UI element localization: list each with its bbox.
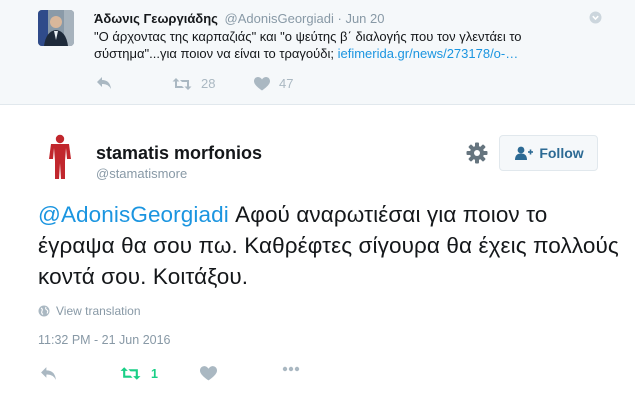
like-button[interactable]: [200, 366, 217, 381]
parent-link[interactable]: iefimerida.gr/news/273178/ο-…: [338, 46, 519, 61]
follow-user-icon: [515, 146, 534, 160]
parent-like-count: 47: [279, 76, 294, 91]
action-bar: 1: [0, 365, 635, 389]
reply-button[interactable]: [40, 366, 57, 381]
parent-tweet-text: "Ο άρχοντας της καρπαζιάς" και "ο ψεύτης…: [94, 28, 594, 62]
more-icon: [282, 366, 300, 372]
parent-retweet-count: 28: [201, 76, 216, 91]
follow-label: Follow: [539, 145, 584, 161]
parent-action-bar: 28 47: [0, 74, 635, 96]
parent-tweet[interactable]: Άδωνις Γεωργιάδης @AdonisGeorgiadi · Jun…: [0, 0, 635, 105]
author-handle[interactable]: @stamatismore: [96, 166, 187, 181]
view-translation-link[interactable]: View translation: [38, 304, 141, 318]
parent-avatar[interactable]: [38, 10, 74, 46]
avatar[interactable]: [38, 134, 82, 180]
heart-icon: [254, 76, 270, 90]
more-button[interactable]: [282, 366, 300, 372]
parent-separator: ·: [337, 11, 342, 26]
globe-icon: [38, 305, 50, 317]
retweet-count: 1: [151, 366, 158, 381]
parent-author-handle[interactable]: @AdonisGeorgiadi: [225, 11, 334, 26]
retweet-icon: [172, 77, 192, 90]
parent-header: Άδωνις Γεωργιάδης @AdonisGeorgiadi · Jun…: [94, 11, 385, 26]
parent-like-button[interactable]: 47: [254, 76, 293, 91]
parent-date[interactable]: Jun 20: [345, 11, 384, 26]
parent-reply-button[interactable]: [96, 76, 112, 90]
parent-author-name[interactable]: Άδωνις Γεωργιάδης: [94, 11, 218, 26]
author-name[interactable]: stamatis morfonios: [96, 143, 262, 164]
gear-icon[interactable]: [465, 141, 489, 165]
parent-retweet-button[interactable]: 28: [172, 76, 215, 91]
reply-icon: [97, 77, 111, 89]
reply-icon: [41, 367, 56, 380]
retweet-button[interactable]: 1: [120, 366, 158, 381]
retweet-icon: [120, 367, 141, 380]
mention-link[interactable]: @AdonisGeorgiadi: [38, 202, 229, 227]
timestamp[interactable]: 11:32 PM - 21 Jun 2016: [38, 333, 171, 347]
heart-icon: [200, 366, 217, 381]
follow-button[interactable]: Follow: [499, 135, 598, 171]
chevron-down-icon[interactable]: [589, 11, 602, 29]
view-translation-label: View translation: [56, 304, 141, 318]
tweet-text: @AdonisGeorgiadi Αφού αναρωτιέσαι για πο…: [38, 199, 623, 292]
